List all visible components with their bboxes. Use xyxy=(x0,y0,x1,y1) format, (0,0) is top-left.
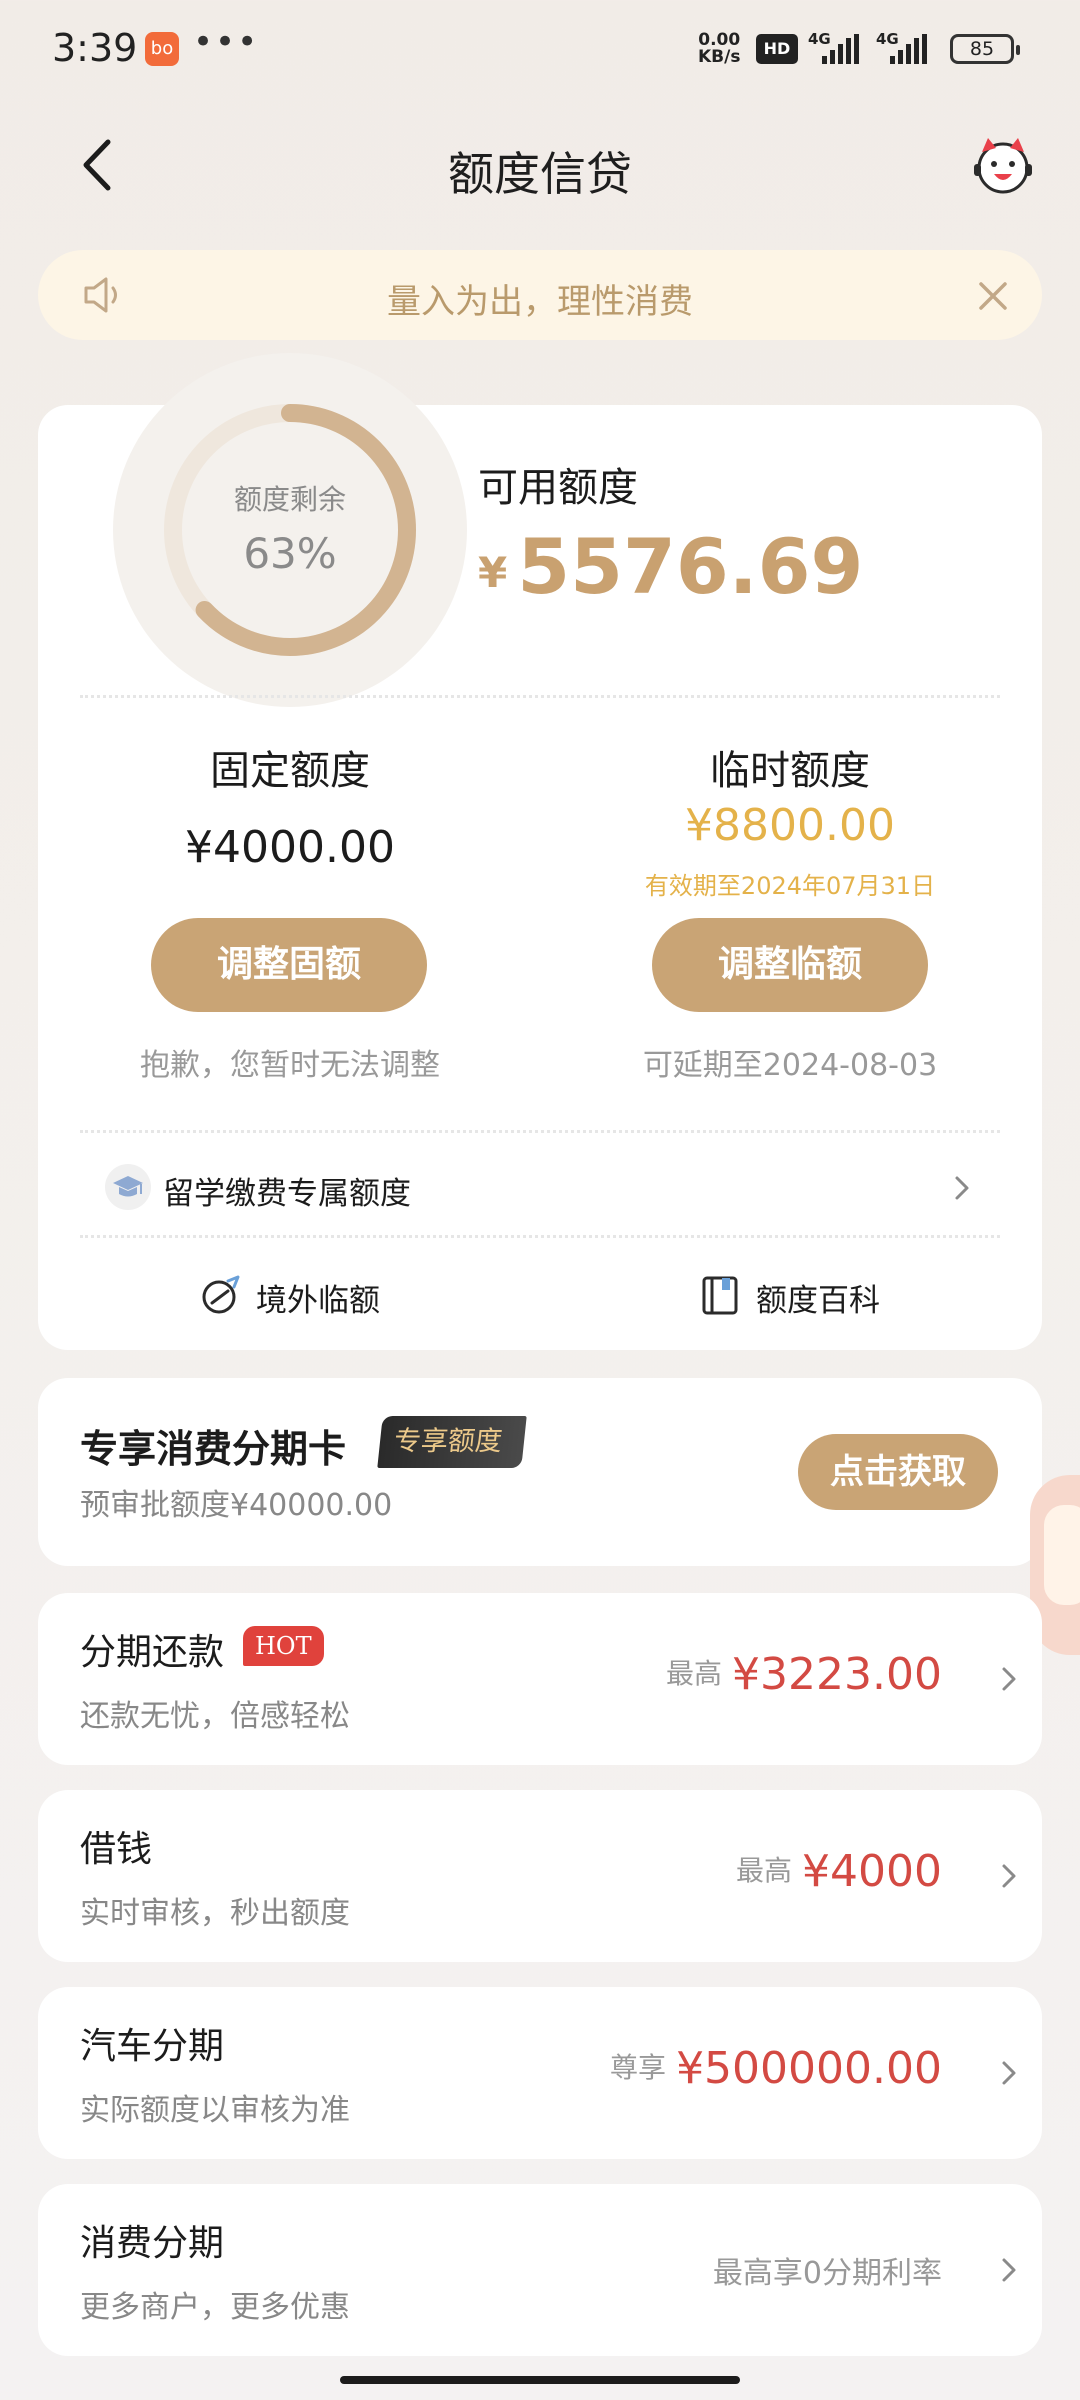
more-notifications-icon: ••• xyxy=(193,22,260,62)
installment-card-promo: 专享消费分期卡 专享额度 预审批额度¥40000.00 点击获取 xyxy=(38,1378,1042,1566)
borrow-money-card[interactable]: 借钱 实时审核，秒出额度 最高 ¥4000 xyxy=(38,1790,1042,1962)
overseas-temporary-credit-link[interactable]: 境外临额 xyxy=(198,1265,398,1325)
signal-icon: 4G xyxy=(808,30,870,66)
temporary-credit-validity: 有效期至2024年07月31日 xyxy=(644,872,936,900)
exclusive-credit-badge: 专享额度 xyxy=(377,1416,527,1468)
adjust-temporary-credit-button[interactable]: 调整临额 xyxy=(652,918,928,1012)
book-icon xyxy=(702,1276,738,1315)
adjust-fixed-credit-button[interactable]: 调整固额 xyxy=(151,918,427,1012)
chevron-right-icon xyxy=(1002,2061,1016,2085)
chevron-right-icon xyxy=(1002,2258,1016,2282)
service-title: 消费分期 xyxy=(80,2223,225,2264)
service-limit: 最高享0分期利率 xyxy=(713,2248,942,2292)
divider xyxy=(80,1130,1000,1133)
service-title: 分期还款 xyxy=(80,1632,225,1673)
temporary-credit-title: 临时额度 xyxy=(710,748,870,794)
battery-icon: 85 xyxy=(950,34,1020,64)
consumer-installment-card[interactable]: 消费分期 更多商户，更多优惠 最高享0分期利率 xyxy=(38,2184,1042,2356)
credit-encyclopedia-link[interactable]: 额度百科 xyxy=(698,1265,898,1325)
status-bar: 3:39 bo ••• 0.00 KB/s HD 4G 4G 85 xyxy=(0,0,1080,100)
temporary-credit-amount: ¥8800.00 xyxy=(685,800,895,851)
divider xyxy=(80,695,1000,698)
chevron-right-icon xyxy=(1002,1864,1016,1888)
nav-bar: 额度信贷 xyxy=(0,100,1080,230)
car-installment-card[interactable]: 汽车分期 实际额度以审核为准 尊享 ¥500000.00 xyxy=(38,1987,1042,2159)
chevron-right-icon xyxy=(1002,1667,1016,1691)
limit-amount: ¥500000.00 xyxy=(676,2043,942,2094)
service-subtitle: 实时审核，秒出额度 xyxy=(80,1896,350,1931)
service-limit: 最高 ¥3223.00 xyxy=(666,1649,942,1700)
notice-banner: 量入为出，理性消费 xyxy=(38,250,1042,340)
installment-repayment-card[interactable]: 分期还款 HOT 还款无忧，倍感轻松 最高 ¥3223.00 xyxy=(38,1593,1042,1765)
overseas-temporary-credit-label: 境外临额 xyxy=(256,1283,380,1319)
notice-text: 量入为出，理性消费 xyxy=(387,282,693,322)
fixed-credit-title: 固定额度 xyxy=(210,748,370,794)
currency-symbol: ¥ xyxy=(478,548,508,597)
credit-ring: 额度剩余 63% xyxy=(113,353,467,707)
fixed-credit-note: 抱歉，您暂时无法调整 xyxy=(140,1048,440,1083)
study-abroad-credit-link[interactable]: 留学缴费专属额度 xyxy=(95,1160,995,1216)
available-amount-value: 5576.69 xyxy=(517,522,864,611)
remaining-percent: 63% xyxy=(243,529,337,578)
service-subtitle: 实际额度以审核为准 xyxy=(80,2093,350,2128)
limit-text: 最高享0分期利率 xyxy=(712,2256,942,2291)
hot-badge: HOT xyxy=(243,1626,324,1666)
service-subtitle: 还款无忧，倍感轻松 xyxy=(80,1699,350,1734)
available-credit-label: 可用额度 xyxy=(478,465,638,511)
study-abroad-credit-label: 留学缴费专属额度 xyxy=(163,1176,411,1212)
customer-service-mascot-icon[interactable] xyxy=(970,132,1036,198)
promo-title: 专享消费分期卡 xyxy=(80,1427,347,1471)
chevron-right-icon xyxy=(955,1176,969,1200)
temporary-credit-note: 可延期至2024-08-03 xyxy=(642,1048,938,1083)
get-card-button[interactable]: 点击获取 xyxy=(798,1434,998,1510)
home-indicator[interactable] xyxy=(340,2376,740,2384)
network-speed: 0.00 KB/s xyxy=(698,32,740,66)
network-speed-unit: KB/s xyxy=(698,47,741,67)
promo-subtitle: 预审批额度¥40000.00 xyxy=(80,1488,393,1523)
limit-amount: ¥4000 xyxy=(802,1846,942,1897)
limit-amount: ¥3223.00 xyxy=(732,1649,942,1700)
fixed-credit-amount: ¥4000.00 xyxy=(185,822,395,873)
globe-plane-icon xyxy=(202,1275,240,1314)
limit-prefix: 最高 xyxy=(666,1657,723,1690)
divider xyxy=(80,1235,1000,1238)
service-title: 借钱 xyxy=(80,1829,153,1870)
service-limit: 尊享 ¥500000.00 xyxy=(610,2043,942,2094)
app-notification-icon: bo xyxy=(145,32,179,66)
service-title: 汽车分期 xyxy=(80,2026,225,2067)
signal-icon-2: 4G xyxy=(876,30,938,66)
credit-encyclopedia-label: 额度百科 xyxy=(756,1283,880,1319)
page-title: 额度信贷 xyxy=(448,147,632,201)
limit-prefix: 最高 xyxy=(736,1854,793,1887)
service-subtitle: 更多商户，更多优惠 xyxy=(80,2290,350,2325)
limit-prefix: 尊享 xyxy=(610,2051,667,2084)
hd-voice-icon: HD xyxy=(756,34,798,64)
available-credit-amount: ¥5576.69 xyxy=(478,522,863,611)
close-icon[interactable] xyxy=(973,276,1013,316)
remaining-label: 额度剩余 xyxy=(233,483,346,516)
graduation-cap-icon xyxy=(105,1164,151,1210)
service-limit: 最高 ¥4000 xyxy=(736,1846,942,1897)
status-time: 3:39 xyxy=(52,26,138,70)
